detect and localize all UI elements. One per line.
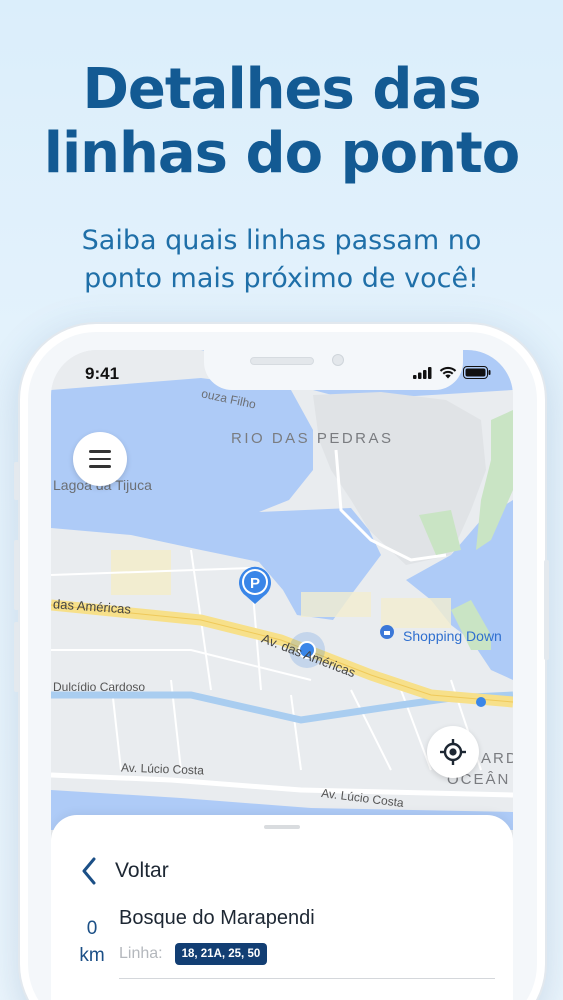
headline-line-1: Detalhes das — [82, 57, 481, 122]
side-button-left-1 — [14, 462, 19, 500]
promo-headline: Detalhes das linhas do ponto — [0, 58, 563, 186]
phone-screen: 9:41 P ouza Filho RIO DAS PEDRAS Lagoa T… — [51, 350, 513, 1000]
menu-button[interactable] — [73, 432, 127, 486]
wifi-icon — [439, 366, 457, 379]
lines-badge[interactable]: 18, 21A, 25, 50 — [174, 943, 268, 965]
stop-distance: 0 km — [75, 915, 109, 969]
map-label-lucio-costa-1: Av. Lúcio Costa — [120, 760, 205, 778]
stop-details-sheet: Voltar 0 km Bosque do Marapendi Linha: 1… — [51, 815, 513, 1000]
map-label-rio-das-pedras: RIO DAS PEDRAS — [231, 430, 394, 447]
menu-icon — [89, 450, 111, 453]
distance-unit: km — [79, 945, 105, 966]
headline-line-2: linhas do ponto — [43, 121, 520, 186]
chevron-left-icon — [82, 857, 96, 885]
svg-text:P: P — [250, 575, 260, 592]
back-button[interactable]: Voltar — [81, 857, 169, 885]
side-button-left-2 — [14, 540, 19, 610]
crosshair-icon — [440, 739, 466, 765]
lines-label: Linha: — [119, 945, 163, 962]
map-label-shopping: Shopping Down — [403, 628, 502, 644]
sheet-drag-handle[interactable] — [264, 825, 300, 829]
map-label-ard: ARD — [481, 750, 513, 767]
map-label-dulcidio: Dulcídio Cardoso — [53, 680, 146, 694]
distance-value: 0 — [86, 918, 98, 939]
status-icons — [413, 366, 491, 379]
shopping-pin-icon — [380, 625, 394, 639]
front-camera — [332, 354, 344, 366]
back-label: Voltar — [115, 859, 169, 882]
stop-lines-row: Linha: 18, 21A, 25, 50 — [119, 943, 268, 965]
side-button-right — [544, 560, 549, 660]
speaker-grille — [250, 357, 314, 365]
status-time: 9:41 — [85, 364, 120, 383]
bus-stop-marker — [476, 697, 486, 707]
side-button-left-3 — [14, 622, 19, 692]
signal-icon — [413, 367, 432, 379]
divider — [119, 978, 495, 979]
locate-me-button[interactable] — [427, 726, 479, 778]
stop-name[interactable]: Bosque do Marapendi — [119, 907, 315, 930]
subhead-line-1: Saiba quais linhas passam no — [81, 225, 482, 256]
subhead-line-2: ponto mais próximo de você! — [84, 263, 479, 294]
battery-icon — [463, 366, 491, 379]
promo-subhead: Saiba quais linhas passam no ponto mais … — [0, 222, 563, 298]
